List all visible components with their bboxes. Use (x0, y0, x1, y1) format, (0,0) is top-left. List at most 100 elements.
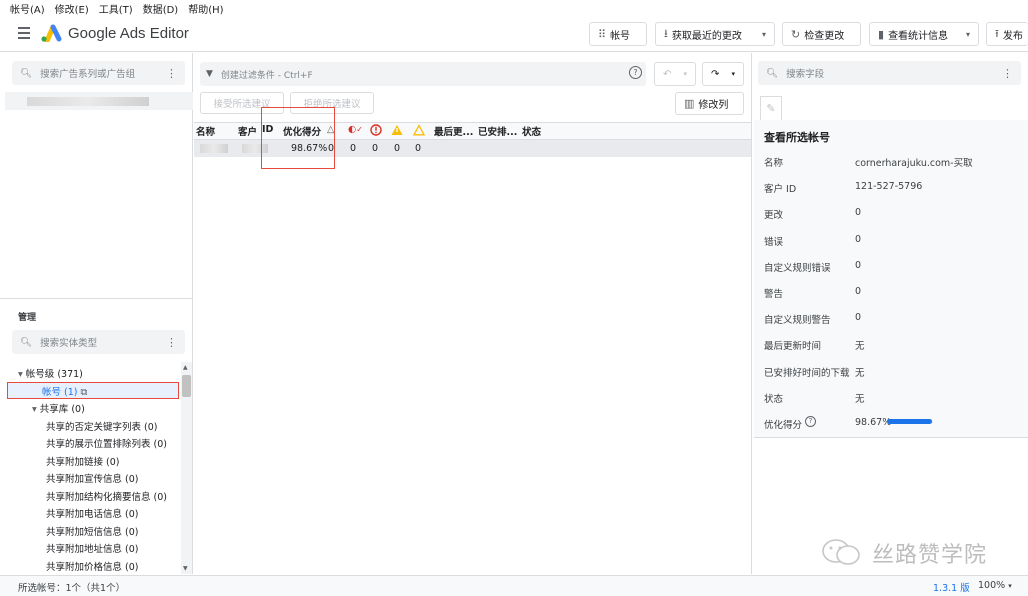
columns-icon: ▥ (684, 97, 695, 110)
menu-data[interactable]: 数据(D) (143, 1, 179, 16)
more-vert-icon[interactable]: ⋮ (1002, 67, 1013, 80)
warning-outline-icon[interactable] (413, 124, 425, 136)
col-status[interactable]: 状态 (522, 124, 541, 138)
help-icon[interactable]: ? (629, 66, 642, 79)
edit-pencil-icon[interactable]: ✎ (760, 96, 782, 120)
scroll-down-icon[interactable]: ▼ (183, 565, 188, 572)
edit-columns-button[interactable]: ▥ 修改列 (675, 92, 744, 115)
field-label: 名称 (764, 158, 784, 169)
blurred-account-name (27, 97, 149, 106)
menu-tools[interactable]: 工具(T) (99, 1, 133, 16)
blurred-row-name (200, 144, 228, 153)
menu-edit[interactable]: 修改(E) (55, 1, 89, 16)
view-stats-label: 查看统计信息 (888, 30, 949, 42)
redo-button[interactable]: ↷ ▾ (702, 62, 744, 86)
zoom-select[interactable]: 100% ▾ (978, 580, 1012, 591)
warning-icon[interactable] (391, 124, 403, 136)
tree-item[interactable]: 共享附加电话信息 (0) (46, 506, 138, 520)
col-scheduled[interactable]: 已安排... (478, 124, 517, 138)
cell-count: 0 (415, 143, 422, 154)
tree-item[interactable]: 共享的展示位置排除列表 (0) (46, 436, 167, 450)
field-value: 无 (855, 393, 865, 405)
more-vert-icon[interactable]: ⋮ (166, 67, 177, 80)
publish-label: 发布 (1002, 30, 1023, 42)
download-icon: ⭳ (664, 26, 668, 40)
expand-arrow-icon[interactable]: ▾ (32, 404, 40, 415)
field-label: 自定义规则错误 (764, 262, 831, 274)
get-changes-button[interactable]: ⭳ 获取最近的更改 ▾ (655, 22, 775, 46)
tree-item[interactable]: 共享的否定关键字列表 (0) (46, 419, 157, 433)
tree-item[interactable]: 共享附加地址信息 (0) (46, 541, 138, 555)
selected-count: 所选帐号：1个（共1个） (18, 583, 126, 594)
col-last-update[interactable]: 最后更... (434, 124, 473, 138)
field-label: 更改 (764, 210, 784, 222)
field-search-input[interactable]: 🔍︎ 搜索字段 ⋮ (758, 61, 1021, 85)
chevron-down-icon: ▾ (1008, 582, 1012, 590)
menu-help[interactable]: 帮助(H) (188, 1, 223, 16)
chevron-down-icon: ▾ (761, 29, 766, 39)
wechat-icon (822, 539, 860, 565)
refresh-icon: ↻ (791, 27, 801, 41)
field-value: cornerharajuku.com-买取 (855, 158, 973, 169)
hamburger-menu-icon[interactable] (18, 27, 30, 39)
upload-icon: ⭱ (995, 26, 999, 40)
scroll-up-icon[interactable]: ▲ (183, 364, 188, 371)
col-customer[interactable]: 客户 (238, 124, 257, 138)
redo-icon: ↷ (711, 68, 720, 80)
google-ads-logo (41, 24, 62, 42)
campaign-search-input[interactable]: 🔍︎ 搜索广告系列或广告组 ⋮ (12, 61, 185, 85)
tree-item[interactable]: 共享附加链接 (0) (46, 454, 119, 468)
tree-item-label: 共享库 (0) (39, 404, 85, 415)
entity-search-placeholder: 搜索实体类型 (40, 338, 98, 349)
search-icon: 🔍︎ (766, 67, 779, 79)
tree-item-label: 共享的展示位置排除列表 (0) (46, 439, 167, 450)
score-progress-bar (887, 419, 933, 424)
field-value: 121-527-5796 (855, 181, 923, 193)
accounts-button[interactable]: ⠿ 帐号 (589, 22, 647, 46)
more-vert-icon[interactable]: ⋮ (166, 336, 177, 349)
expand-arrow-icon[interactable]: ▾ (18, 369, 26, 380)
field-value: 无 (855, 341, 865, 353)
tree-item[interactable]: ▾ 共享库 (0) (32, 401, 85, 415)
menu-account[interactable]: 帐号(A) (10, 1, 45, 16)
publish-button[interactable]: ⭱ 发布 (986, 22, 1028, 46)
tree-scrollbar-thumb[interactable] (182, 375, 191, 397)
field-search-placeholder: 搜索字段 (786, 69, 825, 80)
check-changes-button[interactable]: ↻ 检查更改 (782, 22, 861, 46)
edit-columns-label: 修改列 (698, 100, 729, 111)
tree-item[interactable]: 共享附加价格信息 (0) (46, 559, 138, 573)
open-external-icon[interactable]: ⧉ (77, 387, 88, 398)
error-half-icon[interactable]: ◐✓ (348, 124, 363, 135)
tree-item[interactable]: 帐号 (1) ⧉ (42, 384, 87, 398)
grid-icon: ⠿ (598, 27, 607, 41)
chevron-down-icon: ▾ (965, 29, 970, 39)
app-title: Google Ads Editor (68, 25, 189, 42)
tree-item[interactable]: 共享附加宣传信息 (0) (46, 471, 138, 485)
entity-search-input[interactable]: 🔍︎ 搜索实体类型 ⋮ (12, 330, 185, 354)
chevron-down-icon: ▾ (683, 70, 687, 78)
tree-item[interactable]: 共享附加短信信息 (0) (46, 524, 138, 538)
version-link[interactable]: 1.3.1 版 (933, 580, 970, 594)
details-title: 查看所选帐号 (764, 131, 830, 144)
menu-bar: 帐号(A) 修改(E) 工具(T) 数据(D) 帮助(H) (0, 0, 1028, 16)
field-label: 客户 ID (764, 184, 797, 196)
tree-item-label: 共享附加链接 (0) (46, 456, 120, 468)
view-stats-button[interactable]: ▮ 查看统计信息 ▾ (869, 22, 979, 46)
error-icon[interactable] (370, 124, 382, 136)
field-value: 无 (855, 367, 865, 379)
help-icon[interactable]: ? (805, 416, 816, 427)
tree-item[interactable]: 共享附加结构化摘要信息 (0) (46, 489, 167, 503)
tree-item-label: 共享附加价格信息 (0) (46, 561, 139, 573)
undo-button[interactable]: ↶ ▾ (654, 62, 696, 86)
field-label: 已安排好时间的下载 (764, 367, 850, 379)
tree-item-label: 帐号 (1) (42, 386, 78, 398)
tree-item[interactable]: ▾ 帐号级 (371) (18, 366, 83, 380)
col-name[interactable]: 名称 (196, 124, 215, 138)
field-value: 0 (855, 312, 862, 324)
cell-count: 0 (350, 143, 357, 154)
divider (0, 298, 193, 299)
zoom-value: 100% (978, 580, 1006, 591)
filter-input[interactable]: ▼ 创建过滤条件 - Ctrl+F (200, 62, 646, 86)
bar-chart-icon: ▮ (878, 27, 885, 41)
status-bar (0, 575, 1028, 596)
